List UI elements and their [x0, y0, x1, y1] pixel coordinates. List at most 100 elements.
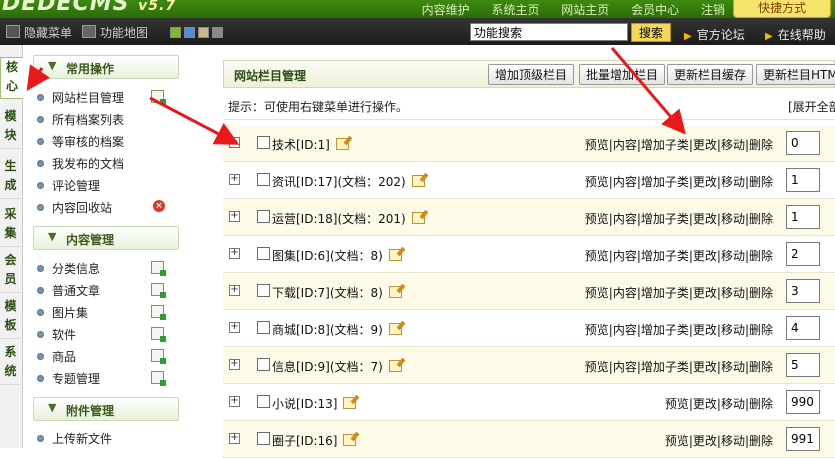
top-link-site-home[interactable]: 网站主页 — [561, 3, 609, 17]
row-actions[interactable]: 预览|内容|增加子类|更改|移动|删除 — [585, 136, 773, 153]
menu-group-attachments[interactable]: ▼ 附件管理 — [33, 397, 179, 421]
edit-icon[interactable] — [388, 249, 402, 261]
top-link-content[interactable]: 内容维护 — [422, 3, 470, 17]
update-cache-button[interactable]: 更新栏目缓存 — [667, 64, 754, 85]
row-actions[interactable]: 预览|更改|移动|删除 — [665, 395, 773, 412]
hide-menu-button[interactable]: 隐藏菜单 — [6, 24, 72, 41]
tab-system[interactable]: 系统 — [0, 343, 21, 385]
edit-icon[interactable] — [388, 323, 402, 335]
sort-order-input[interactable] — [786, 242, 820, 266]
expand-plus-icon[interactable]: + — [229, 248, 240, 259]
sort-order-input[interactable] — [786, 390, 820, 414]
help-link[interactable]: ▶ 在线帮助 — [765, 26, 826, 43]
add-page-icon[interactable] — [151, 305, 166, 320]
row-checkbox[interactable] — [257, 136, 270, 149]
sort-order-input[interactable] — [786, 168, 820, 192]
delete-icon[interactable]: × — [153, 200, 165, 212]
sidebar-item-upload[interactable]: 上传新文件 — [37, 430, 112, 448]
expand-plus-icon[interactable]: + — [229, 137, 240, 148]
skin-green-swatch[interactable] — [170, 27, 181, 38]
add-page-icon[interactable] — [151, 327, 166, 342]
tab-templates[interactable]: 模板 — [0, 297, 21, 339]
row-actions[interactable]: 预览|内容|增加子类|更改|移动|删除 — [585, 247, 773, 264]
row-checkbox[interactable] — [257, 210, 270, 223]
top-link-member-center[interactable]: 会员中心 — [631, 3, 679, 17]
sidebar-item-category-manage[interactable]: 网站栏目管理 — [37, 89, 166, 107]
sidebar: ▼ 常用操作 网站栏目管理 所有档案列表 等审核的档案 我发布的文档 评论管理 … — [23, 45, 185, 448]
tab-collect[interactable]: 采集 — [0, 205, 21, 247]
edit-icon[interactable] — [335, 138, 349, 150]
sort-order-input[interactable] — [786, 131, 820, 155]
top-link-logout[interactable]: 注销 — [701, 3, 725, 17]
quick-access-button[interactable]: 快捷方式 — [733, 0, 831, 18]
sidebar-item-articles[interactable]: 普通文章 — [37, 282, 166, 300]
row-actions[interactable]: 预览|内容|增加子类|更改|移动|删除 — [585, 210, 773, 227]
add-top-category-button[interactable]: 增加顶级栏目 — [488, 64, 575, 85]
add-page-icon[interactable] — [151, 283, 166, 298]
batch-add-category-button[interactable]: 批量增加栏目 — [579, 64, 666, 85]
edit-icon[interactable] — [388, 286, 402, 298]
edit-icon[interactable] — [343, 434, 357, 446]
add-page-icon[interactable] — [151, 261, 166, 276]
expand-all-link[interactable]: [展开全部] — [788, 98, 835, 115]
sidebar-item-recycle-bin[interactable]: 内容回收站 × — [37, 199, 165, 217]
row-actions[interactable]: 预览|内容|增加子类|更改|移动|删除 — [585, 321, 773, 338]
sidebar-item-my-docs[interactable]: 我发布的文档 — [37, 155, 124, 173]
expand-plus-icon[interactable]: + — [229, 359, 240, 370]
bullet-icon — [37, 331, 44, 338]
search-button[interactable]: 搜索 — [631, 23, 671, 42]
skin-gray-swatch[interactable] — [212, 27, 223, 38]
sort-order-input[interactable] — [786, 427, 820, 451]
sidebar-item-comments[interactable]: 评论管理 — [37, 177, 100, 195]
tab-modules[interactable]: 模块 — [0, 107, 21, 149]
edit-icon[interactable] — [343, 397, 357, 409]
expand-plus-icon[interactable]: + — [229, 174, 240, 185]
forum-link[interactable]: ▶ 官方论坛 — [684, 26, 745, 43]
expand-plus-icon[interactable]: + — [229, 211, 240, 222]
add-page-icon[interactable] — [151, 90, 166, 105]
edit-icon[interactable] — [411, 212, 425, 224]
row-actions[interactable]: 预览|内容|增加子类|更改|移动|删除 — [585, 173, 773, 190]
menu-group-common[interactable]: ▼ 常用操作 — [33, 55, 179, 79]
row-actions[interactable]: 预览|内容|增加子类|更改|移动|删除 — [585, 358, 773, 375]
sidebar-item-topics[interactable]: 专题管理 — [37, 370, 166, 388]
edit-icon[interactable] — [388, 360, 402, 372]
sort-order-input[interactable] — [786, 279, 820, 303]
row-actions[interactable]: 预览|内容|增加子类|更改|移动|删除 — [585, 284, 773, 301]
row-checkbox[interactable] — [257, 395, 270, 408]
tab-members[interactable]: 会员 — [0, 251, 21, 293]
update-html-button[interactable]: 更新栏目HTML — [756, 64, 835, 85]
row-checkbox[interactable] — [257, 321, 270, 334]
site-map-button[interactable]: 功能地图 — [82, 24, 148, 41]
expand-plus-icon[interactable]: + — [229, 396, 240, 407]
search-input[interactable] — [470, 23, 628, 41]
row-actions[interactable]: 预览|更改|移动|删除 — [665, 432, 773, 449]
row-checkbox[interactable] — [257, 173, 270, 186]
sidebar-item-classified[interactable]: 分类信息 — [37, 260, 166, 278]
expand-plus-icon[interactable]: + — [229, 285, 240, 296]
sidebar-item-software[interactable]: 软件 — [37, 326, 166, 344]
skin-tan-swatch[interactable] — [198, 27, 209, 38]
tab-generate[interactable]: 生成 — [0, 157, 21, 199]
skin-blue-swatch[interactable] — [184, 27, 195, 38]
sort-order-input[interactable] — [786, 205, 820, 229]
hide-menu-label: 隐藏菜单 — [24, 26, 73, 40]
sidebar-item-pending-review[interactable]: 等审核的档案 — [37, 133, 124, 151]
expand-plus-icon[interactable]: + — [229, 322, 240, 333]
tab-core[interactable]: 核心 — [0, 57, 23, 99]
expand-plus-icon[interactable]: + — [229, 433, 240, 444]
edit-icon[interactable] — [411, 175, 425, 187]
add-page-icon[interactable] — [151, 349, 166, 364]
sidebar-item-all-archives[interactable]: 所有档案列表 — [37, 111, 124, 129]
menu-group-content[interactable]: ▼ 内容管理 — [33, 226, 179, 250]
row-checkbox[interactable] — [257, 432, 270, 445]
top-link-system-home[interactable]: 系统主页 — [491, 3, 539, 17]
row-checkbox[interactable] — [257, 358, 270, 371]
row-checkbox[interactable] — [257, 247, 270, 260]
row-checkbox[interactable] — [257, 284, 270, 297]
sidebar-item-galleries[interactable]: 图片集 — [37, 304, 166, 322]
add-page-icon[interactable] — [151, 371, 166, 386]
sidebar-item-products[interactable]: 商品 — [37, 348, 166, 366]
sort-order-input[interactable] — [786, 353, 820, 377]
sort-order-input[interactable] — [786, 316, 820, 340]
